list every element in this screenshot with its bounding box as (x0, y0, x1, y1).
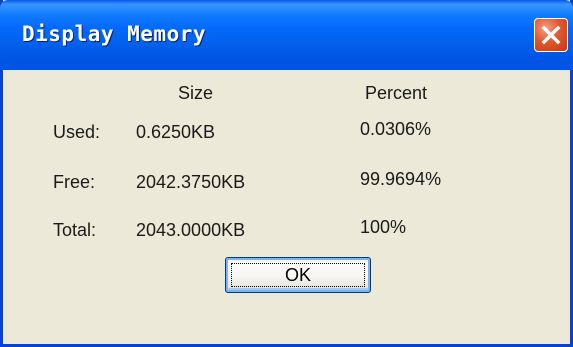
close-button[interactable] (534, 18, 568, 52)
dialog-content: Size Percent Used: 0.6250KB 0.0306% Free… (3, 70, 570, 344)
close-icon (541, 25, 561, 45)
total-size-value: 2043.0000KB (136, 220, 246, 240)
row-label-used: Used: (53, 122, 101, 142)
ok-button-label: OK (284, 265, 311, 285)
column-header-size: Size (178, 83, 214, 103)
used-size-value: 0.6250KB (136, 122, 216, 142)
column-header-percent: Percent (365, 83, 428, 103)
row-label-free: Free: (53, 172, 96, 192)
title-bar[interactable]: Display Memory (0, 0, 573, 70)
display-memory-dialog: Display Memory Size Percent Used: 0.6250… (0, 0, 573, 347)
free-percent-value: 99.9694% (360, 169, 442, 189)
free-size-value: 2042.3750KB (136, 172, 246, 192)
used-percent-value: 0.0306% (360, 119, 432, 139)
row-label-total: Total: (53, 220, 97, 240)
window-title: Display Memory (22, 22, 207, 46)
total-percent-value: 100% (360, 217, 407, 237)
ok-button[interactable]: OK (225, 257, 371, 293)
